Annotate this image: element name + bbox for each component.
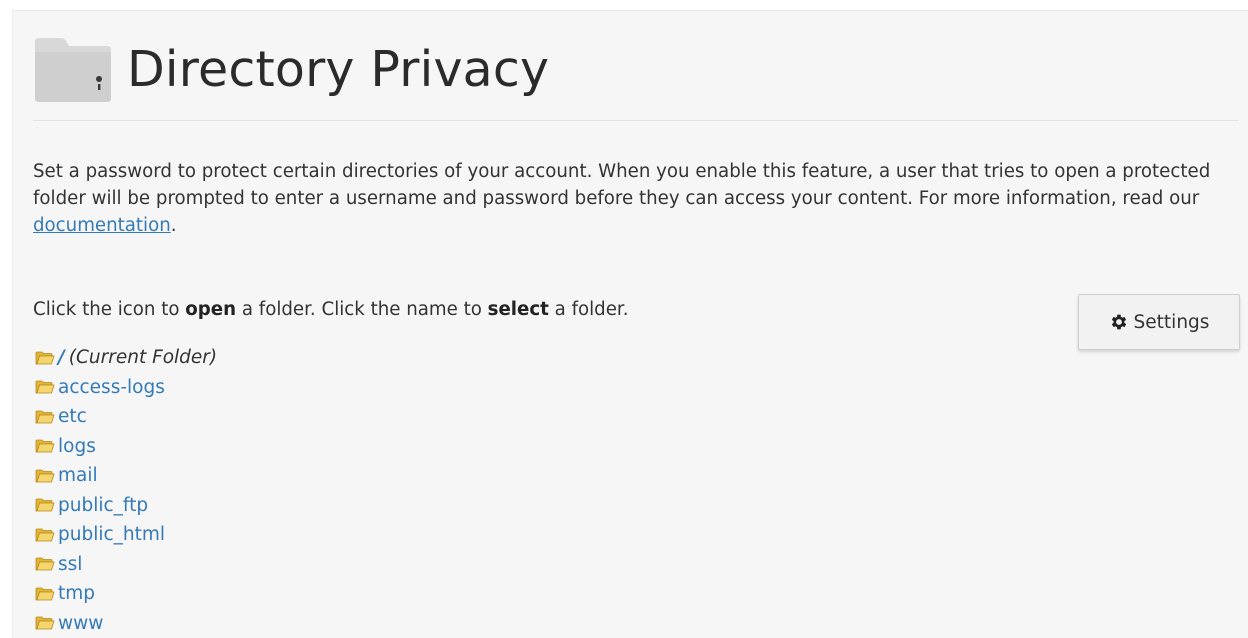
folder-item: public_html [35,520,217,550]
gear-icon [1111,314,1126,330]
page-panel: Directory Privacy Set a password to prot… [12,10,1248,638]
folder-name-link[interactable]: etc [58,406,87,427]
settings-button[interactable]: Settings [1078,294,1240,350]
settings-label: Settings [1133,311,1210,333]
intro-text: Set a password to protect certain direct… [33,161,1211,209]
instructions-open: open [185,299,237,320]
intro-paragraph: Set a password to protect certain direct… [33,158,1238,239]
folder-item: public_ftp [35,491,217,521]
open-folder-icon[interactable] [35,586,55,602]
instructions-text-3: a folder. [548,299,629,320]
folder-name-link[interactable]: public_ftp [58,495,148,516]
open-folder-icon[interactable] [35,615,55,631]
page-title: Directory Privacy [127,40,550,98]
folder-name-link[interactable]: ssl [58,554,82,575]
open-folder-icon[interactable] [35,527,55,543]
instructions-select: select [487,299,549,320]
folder-name-link[interactable]: mail [58,465,98,486]
folder-name-link[interactable]: logs [58,436,96,457]
folder-name-link[interactable]: access-logs [58,377,165,398]
instructions-text-2: a folder. Click the name to [236,299,488,320]
page-header: Directory Privacy [33,29,549,109]
folder-lock-icon [35,38,111,102]
header-divider [33,120,1238,121]
folder-instructions: Click the icon to open a folder. Click t… [33,296,628,323]
current-folder-label: (Current Folder) [68,347,218,369]
folder-item: ssl [35,550,217,580]
folder-tree: /(Current Folder) access-logs etc logs [35,343,217,638]
folder-item: www [35,609,217,638]
folder-item-current: / (Current Folder) [35,343,217,373]
open-folder-icon[interactable] [35,497,55,513]
open-folder-icon[interactable] [35,409,55,425]
instructions-text-1: Click the icon to [33,299,186,320]
open-folder-icon[interactable] [35,350,55,366]
root-slash: / [58,347,65,369]
folder-item: access-logs [35,373,217,403]
folder-item: logs [35,432,217,462]
folder-item: tmp [35,579,217,609]
open-folder-icon[interactable] [35,379,55,395]
folder-name-link[interactable]: tmp [58,583,95,604]
open-folder-icon[interactable] [35,438,55,454]
folder-item: etc [35,402,217,432]
folder-name-link[interactable]: www [58,613,103,634]
folder-item: mail [35,461,217,491]
intro-text-end: . [170,215,177,236]
open-folder-icon[interactable] [35,556,55,572]
current-folder-name[interactable]: / (Current Folder) [58,347,217,368]
open-folder-icon[interactable] [35,468,55,484]
documentation-link[interactable]: documentation [33,215,171,236]
folder-name-link[interactable]: public_html [58,524,165,545]
